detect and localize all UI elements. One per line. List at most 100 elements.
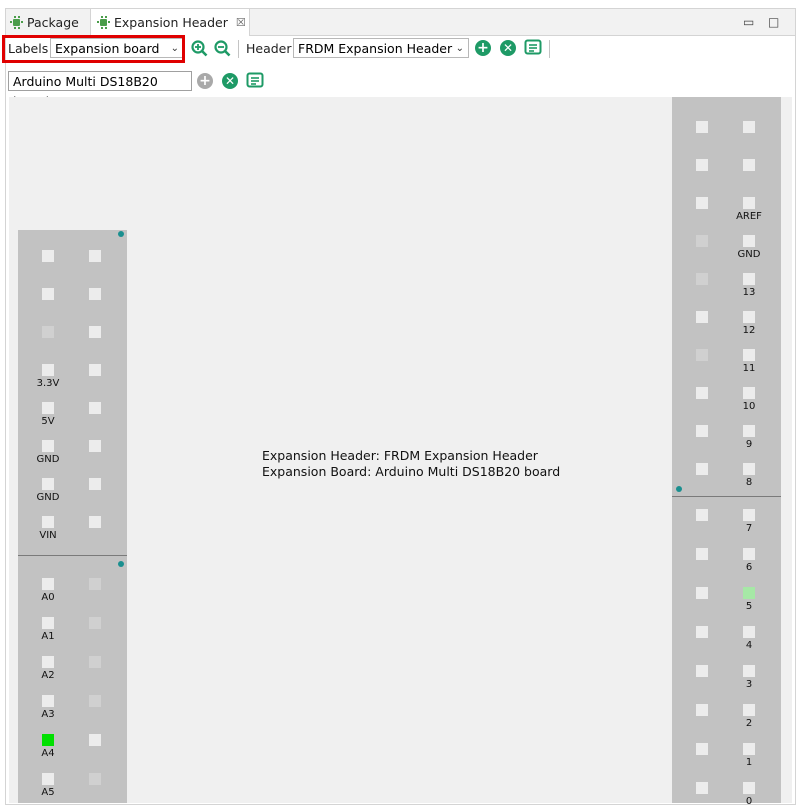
right-pin-label: 9: [745, 439, 753, 450]
right-pin-label: 3: [745, 679, 753, 690]
right-pin[interactable]: [696, 665, 708, 677]
right-pin[interactable]: [696, 463, 708, 475]
left-pin[interactable]: [89, 402, 101, 414]
labels-dropdown[interactable]: Expansion board ⌄: [50, 38, 184, 58]
left-pin[interactable]: [89, 516, 101, 528]
right-pin-label: 5: [745, 601, 753, 612]
right-pin-label: GND: [737, 249, 761, 260]
remove-header-icon[interactable]: ✕: [500, 40, 516, 56]
right-pin[interactable]: [743, 159, 755, 171]
left-pin[interactable]: [42, 516, 54, 528]
right-pin[interactable]: [743, 425, 755, 437]
right-pin[interactable]: [696, 425, 708, 437]
left-pin[interactable]: [42, 288, 54, 300]
left-pin[interactable]: [89, 695, 101, 707]
right-pin-label: 11: [742, 363, 756, 374]
left-pin[interactable]: [42, 695, 54, 707]
pin1-marker: [118, 561, 124, 567]
right-pin[interactable]: [696, 782, 708, 794]
tab-package-label: Package: [27, 14, 79, 30]
info-header-line: Expansion Header: FRDM Expansion Header: [262, 448, 538, 463]
right-pin[interactable]: [696, 235, 708, 247]
right-pin[interactable]: [696, 587, 708, 599]
right-pin-label: 10: [742, 401, 756, 412]
right-pin[interactable]: [743, 665, 755, 677]
list-icon[interactable]: [524, 39, 542, 57]
left-pin[interactable]: [89, 734, 101, 746]
left-pin[interactable]: [42, 617, 54, 629]
separator: [238, 40, 239, 58]
board-selector[interactable]: Arduino Multi DS18B20 board: [8, 71, 192, 109]
left-pin[interactable]: [42, 734, 54, 746]
zoom-in-icon[interactable]: [191, 40, 208, 57]
left-pin[interactable]: [42, 440, 54, 452]
left-pin[interactable]: [42, 478, 54, 490]
left-pin[interactable]: [42, 578, 54, 590]
left-pin[interactable]: [42, 656, 54, 668]
right-pin[interactable]: [696, 349, 708, 361]
left-pin[interactable]: [89, 440, 101, 452]
right-pin[interactable]: [743, 509, 755, 521]
maximize-icon[interactable]: □: [768, 15, 779, 29]
zoom-out-icon[interactable]: [214, 40, 231, 57]
minimize-icon[interactable]: ▭: [743, 15, 754, 29]
right-pin[interactable]: [743, 311, 755, 323]
right-pin[interactable]: [743, 235, 755, 247]
left-pin[interactable]: [89, 656, 101, 668]
right-pin-label: 8: [745, 477, 753, 488]
header-dropdown[interactable]: FRDM Expansion Header ⌄: [293, 38, 469, 58]
left-pin[interactable]: [89, 364, 101, 376]
right-pin[interactable]: [696, 197, 708, 209]
right-pin[interactable]: [696, 704, 708, 716]
left-pin[interactable]: [89, 250, 101, 262]
left-pin[interactable]: [89, 578, 101, 590]
add-header-icon[interactable]: +: [475, 40, 491, 56]
right-pin-label: 4: [745, 640, 753, 651]
header-canvas: 3.3V 5V GND GND VIN A0 A1 A2 A3 A4 A5 AREF GND 13 12 1…: [9, 97, 792, 807]
remove-board-icon[interactable]: ✕: [222, 73, 238, 89]
right-pin[interactable]: [743, 782, 755, 794]
left-pin[interactable]: [89, 288, 101, 300]
tab-package[interactable]: Package: [10, 9, 79, 35]
right-pin[interactable]: [743, 626, 755, 638]
left-pin[interactable]: [42, 364, 54, 376]
right-pin[interactable]: [743, 548, 755, 560]
left-pin[interactable]: [89, 478, 101, 490]
add-board-icon[interactable]: +: [197, 73, 213, 89]
right-pin[interactable]: [696, 159, 708, 171]
right-pin[interactable]: [743, 704, 755, 716]
right-pin[interactable]: [696, 548, 708, 560]
right-pin[interactable]: [696, 311, 708, 323]
left-pin[interactable]: [42, 326, 54, 338]
header-divider: [18, 555, 127, 556]
left-pin-label: 3.3V: [36, 378, 60, 389]
left-pin[interactable]: [42, 773, 54, 785]
left-pin[interactable]: [89, 326, 101, 338]
right-pin[interactable]: [743, 743, 755, 755]
right-pin[interactable]: [743, 587, 755, 599]
right-pin[interactable]: [743, 387, 755, 399]
close-tab-icon[interactable]: ☒: [236, 16, 246, 29]
right-pin[interactable]: [696, 743, 708, 755]
right-pin[interactable]: [696, 273, 708, 285]
right-pin[interactable]: [743, 463, 755, 475]
right-pin[interactable]: [743, 349, 755, 361]
left-pin-label: 5V: [41, 416, 55, 427]
right-pin-label: 7: [745, 523, 753, 534]
left-pin[interactable]: [89, 773, 101, 785]
right-pin[interactable]: [696, 509, 708, 521]
right-pin[interactable]: [696, 626, 708, 638]
left-pin[interactable]: [42, 402, 54, 414]
right-pin[interactable]: [743, 121, 755, 133]
right-pin[interactable]: [696, 387, 708, 399]
right-pin-label: 2: [745, 718, 753, 729]
right-pin-label: 1: [745, 757, 753, 768]
left-pin[interactable]: [89, 617, 101, 629]
left-pin[interactable]: [42, 250, 54, 262]
right-pin[interactable]: [743, 273, 755, 285]
right-pin[interactable]: [696, 121, 708, 133]
tab-bar: Package Expansion Header ☒ ▭ □: [6, 9, 795, 36]
right-pin[interactable]: [743, 197, 755, 209]
list-icon[interactable]: [246, 72, 264, 90]
tab-expansion-header[interactable]: Expansion Header ☒: [90, 9, 250, 36]
